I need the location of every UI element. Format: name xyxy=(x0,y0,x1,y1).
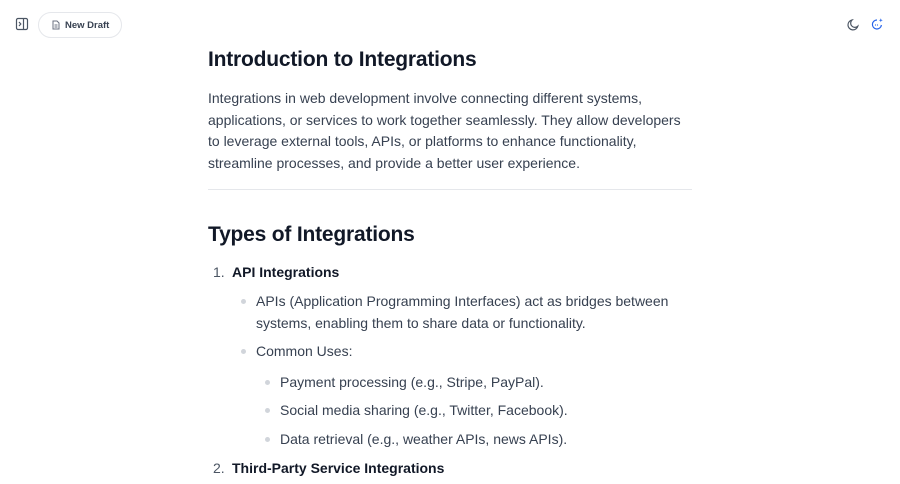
bullet-text: Social media sharing (e.g., Twitter, Fac… xyxy=(280,402,568,418)
sub-bullet-item: Data retrieval (e.g., weather APIs, news… xyxy=(208,429,692,451)
bullet-dot xyxy=(265,379,270,385)
ordered-list-item: 1. API Integrations xyxy=(208,262,692,282)
list-number: 2. xyxy=(213,460,225,476)
sidebar-toggle-icon[interactable] xyxy=(10,12,34,36)
intro-paragraph: Integrations in web development involve … xyxy=(208,90,681,171)
ordered-list-item: 2. Third-Party Service Integrations xyxy=(208,458,692,478)
list-item-label: Third-Party Service Integrations xyxy=(232,460,445,476)
new-draft-label: New Draft xyxy=(65,19,110,31)
document-content[interactable]: Introduction to Integrations Integration… xyxy=(208,40,692,478)
bullet-text: Data retrieval (e.g., weather APIs, news… xyxy=(280,430,568,447)
list-item-label: API Integrations xyxy=(232,264,340,280)
document-icon xyxy=(51,20,61,30)
sparkle-chat-icon[interactable] xyxy=(865,12,889,36)
bullet-dot xyxy=(265,408,270,413)
sub-bullet-item: Social media sharing (e.g., Twitter, Fac… xyxy=(208,400,692,422)
sub-bullet-item: Payment processing (e.g., Stripe, PayPal… xyxy=(208,372,692,394)
moon-icon[interactable] xyxy=(841,12,865,36)
bullet-text: APIs (Application Programming Interfaces… xyxy=(256,293,669,331)
bullet-item: Common Uses: xyxy=(208,341,692,363)
bullet-list: APIs (Application Programming Interfaces… xyxy=(208,291,692,450)
section-heading: Types of Integrations xyxy=(208,223,415,246)
new-draft-button[interactable]: New Draft xyxy=(38,12,123,38)
list-number: 1. xyxy=(213,264,225,280)
bullet-text: Payment processing (e.g., Stripe, PayPal… xyxy=(280,373,544,390)
bullet-dot xyxy=(241,349,246,354)
section-divider xyxy=(208,189,692,190)
bullet-dot xyxy=(241,299,246,304)
bullet-item: APIs (Application Programming Interfaces… xyxy=(208,291,692,334)
bullet-text: Common Uses: xyxy=(256,343,353,359)
bullet-dot xyxy=(265,436,270,442)
document-title: Introduction to Integrations xyxy=(208,48,477,71)
